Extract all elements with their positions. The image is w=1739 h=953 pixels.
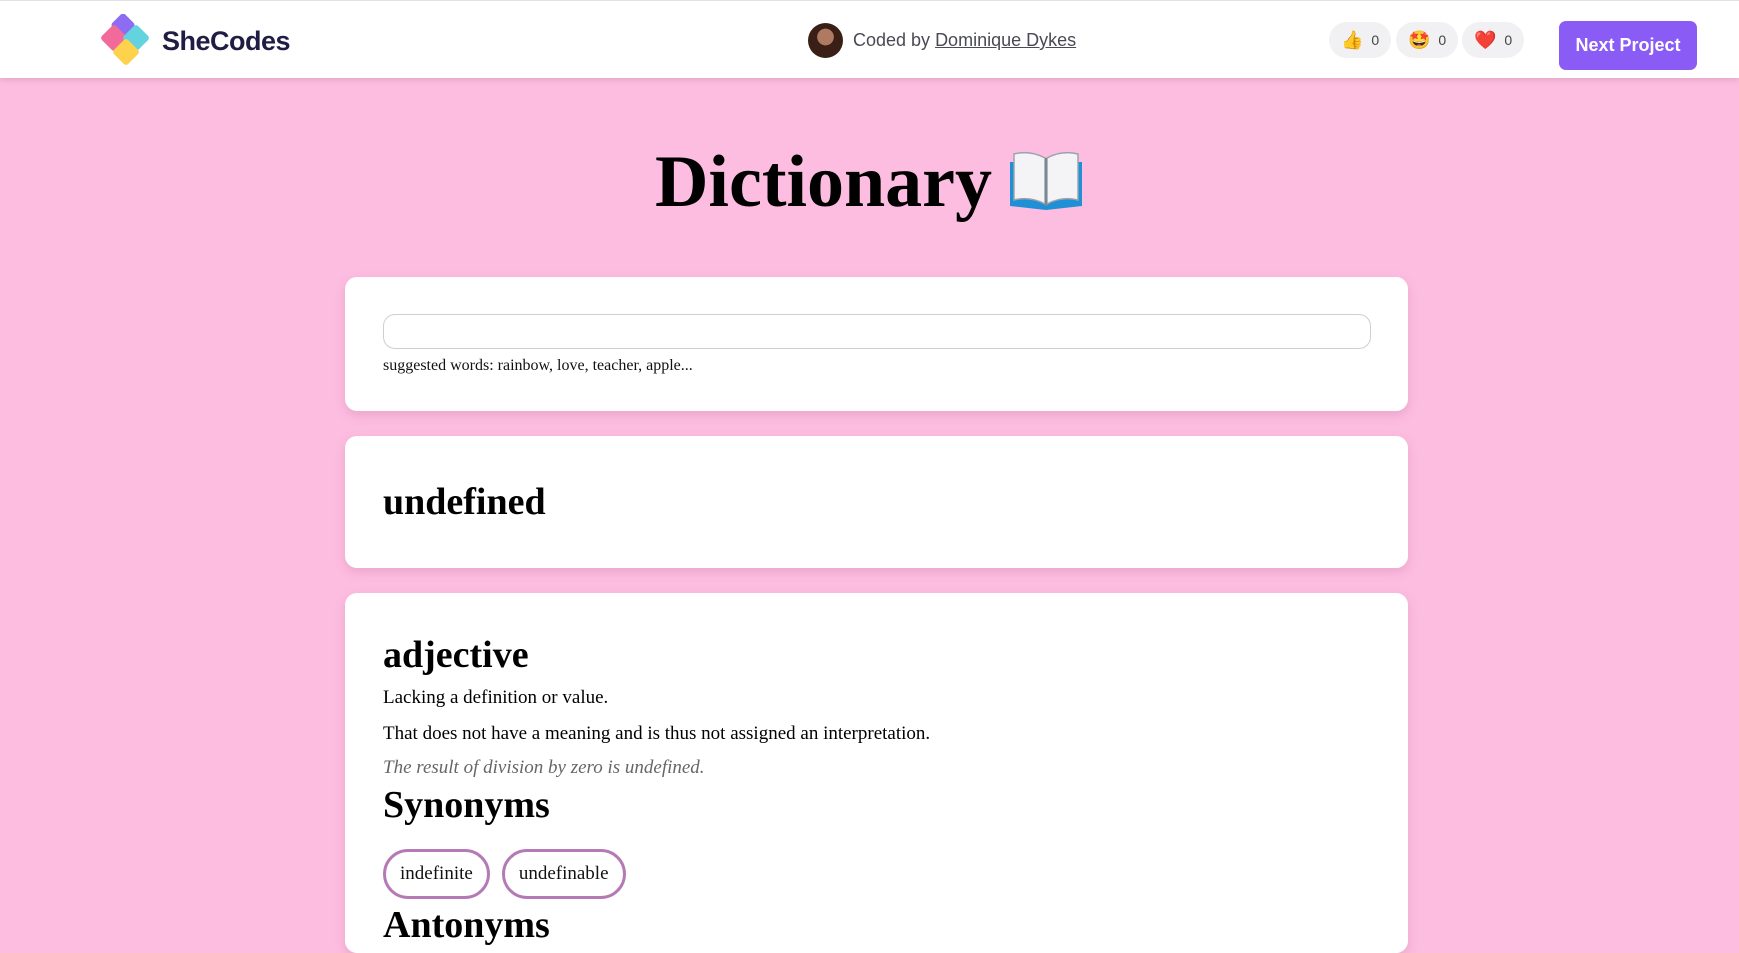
suggested-words-hint: suggested words: rainbow, love, teacher,… (383, 357, 693, 374)
antonyms-heading: Antonyms (383, 904, 550, 946)
definition: Lacking a definition or value. (383, 687, 609, 708)
reaction-count: 0 (1504, 32, 1513, 48)
reaction-heart-button[interactable]: ❤️ 0 (1462, 22, 1525, 58)
coded-by-label: Coded by (853, 30, 931, 50)
author-link[interactable]: Dominique Dykes (935, 30, 1076, 51)
meaning-card: adjective Lacking a definition or value.… (345, 593, 1408, 953)
synonyms-heading: Synonyms (383, 784, 550, 826)
reaction-count: 0 (1438, 32, 1447, 48)
part-of-speech: adjective (383, 634, 529, 676)
word-card: undefined (345, 436, 1408, 568)
search-card: suggested words: rainbow, love, teacher,… (345, 277, 1408, 411)
logo-text: SheCodes (162, 25, 291, 56)
thumbs-up-icon: 👍 (1341, 29, 1364, 50)
definition: That does not have a meaning and is thus… (383, 723, 931, 744)
shecodes-logo[interactable]: SheCodes (100, 14, 291, 68)
reaction-star-struck-button[interactable]: 🤩 0 (1396, 22, 1459, 58)
shecodes-logo-icon (101, 14, 149, 65)
synonym-chip[interactable]: undefinable (501, 849, 626, 899)
searched-word: undefined (383, 481, 546, 523)
synonym-chip[interactable]: indefinite (383, 849, 490, 899)
example-sentence: The result of division by zero is undefi… (383, 757, 705, 778)
reaction-count: 0 (1371, 32, 1380, 48)
search-input[interactable] (383, 314, 1371, 349)
coded-by: Coded by Dominique Dykes (808, 23, 1076, 58)
next-project-button[interactable]: Next Project (1559, 21, 1697, 70)
heart-icon: ❤️ (1474, 29, 1497, 50)
top-navbar: SheCodes Coded by Dominique Dykes 👍 0 🤩 … (0, 0, 1739, 78)
page-title: Dictionary (654, 141, 993, 223)
open-book-icon (1008, 148, 1084, 217)
synonyms-list: indefinite undefinable (383, 849, 638, 899)
reaction-thumbs-up-button[interactable]: 👍 0 (1329, 22, 1392, 58)
author-avatar (808, 23, 843, 58)
star-struck-icon: 🤩 (1408, 29, 1431, 50)
page-header: Dictionary (0, 140, 1739, 225)
